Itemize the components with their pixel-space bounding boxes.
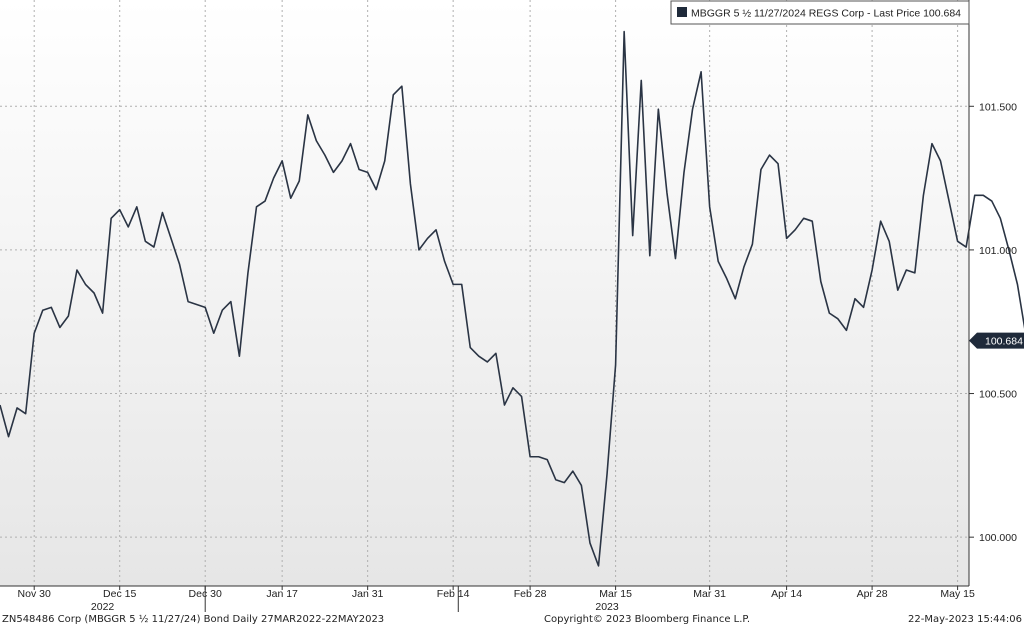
x-axis: Nov 30 Dec 15 Dec 30 Jan 17 Jan 31 Feb 14 Feb … [18,586,975,613]
last-price-label: 100.684 [985,336,1023,348]
y-tick-label: 100.500 [979,389,1017,401]
legend: MBGGR 5 ½ 11/27/2024 REGS Corp - Last Pr… [670,0,970,25]
footer-copyright: Copyright© 2023 Bloomberg Finance L.P. [544,614,751,625]
y-tick-label: 100.000 [979,532,1017,544]
x-tick-label: May 15 [940,588,975,600]
x-tick-label: Feb 14 [437,588,470,600]
x-tick-label: Apr 14 [771,588,802,600]
x-tick-label: Feb 28 [514,588,547,600]
x-tick-label: Mar 15 [599,588,632,600]
year-label: 2022 [91,601,115,612]
x-tick-label: Mar 31 [693,588,726,600]
y-tick-label: 101.500 [979,101,1017,113]
y-axis: 100.000 100.500 101.000 101.500 [969,101,1017,544]
footer: ZN548486 Corp (MBGGR 5 ½ 11/27/24) Bond … [0,612,1024,628]
last-price-tag: 100.684 [969,332,1024,349]
legend-swatch [677,7,687,17]
footer-security-info: ZN548486 Corp (MBGGR 5 ½ 11/27/24) Bond … [2,614,385,625]
x-tick-label: Jan 17 [266,588,298,600]
x-tick-label: Jan 31 [352,588,384,600]
x-tick-label: Nov 30 [18,588,51,600]
footer-timestamp: 22-May-2023 15:44:06 [908,614,1022,625]
x-tick-label: Apr 28 [857,588,888,600]
legend-label: MBGGR 5 ½ 11/27/2024 REGS Corp - Last Pr… [691,8,961,20]
x-tick-label: Dec 15 [103,588,136,600]
price-chart: 100.000 100.500 101.000 101.500 Nov 30 Dec 1… [0,0,1024,628]
chart-svg: 100.000 100.500 101.000 101.500 Nov 30 Dec 1… [0,0,1024,613]
y-tick-label: 101.000 [979,245,1017,257]
year-label: 2023 [595,601,619,612]
